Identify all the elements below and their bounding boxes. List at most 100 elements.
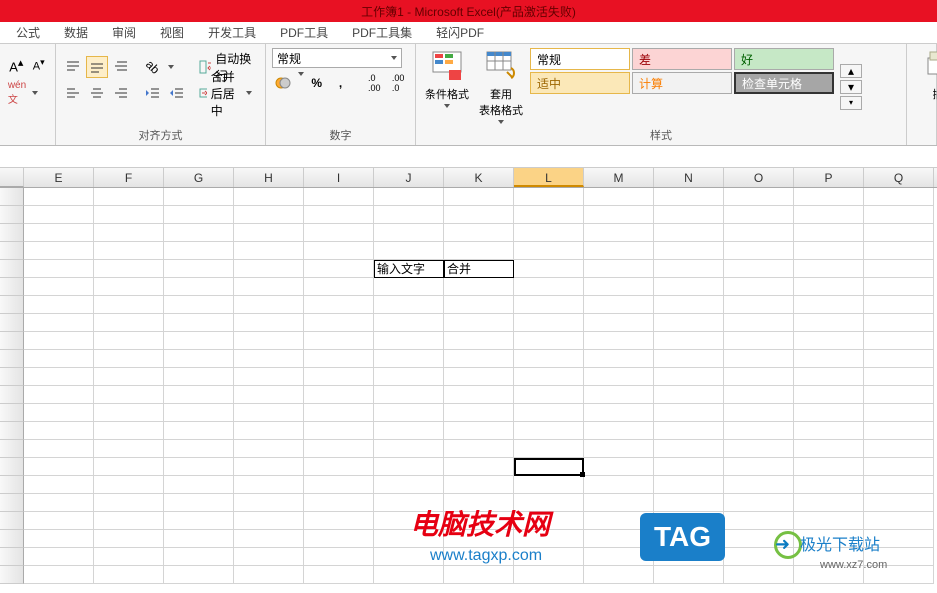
cell[interactable]	[234, 188, 304, 206]
align-top-button[interactable]	[62, 56, 84, 78]
cell[interactable]	[514, 530, 584, 548]
cell[interactable]	[374, 242, 444, 260]
cell[interactable]	[654, 206, 724, 224]
row-header[interactable]	[0, 368, 24, 386]
cell[interactable]	[654, 422, 724, 440]
cell[interactable]	[654, 494, 724, 512]
cell[interactable]	[724, 530, 794, 548]
cell[interactable]	[584, 224, 654, 242]
style-good[interactable]: 好	[734, 48, 834, 70]
cell[interactable]	[654, 296, 724, 314]
cell[interactable]	[164, 566, 234, 584]
cell[interactable]	[654, 530, 724, 548]
cell[interactable]	[584, 206, 654, 224]
cell[interactable]	[234, 206, 304, 224]
cell[interactable]	[374, 422, 444, 440]
col-header-O[interactable]: O	[724, 168, 794, 187]
cell[interactable]	[374, 548, 444, 566]
cell[interactable]	[304, 368, 374, 386]
cell[interactable]	[94, 476, 164, 494]
cell[interactable]	[794, 188, 864, 206]
row-header[interactable]	[0, 530, 24, 548]
cell[interactable]	[794, 350, 864, 368]
orientation-button[interactable]: ab	[142, 56, 164, 78]
cell[interactable]	[444, 458, 514, 476]
cell[interactable]	[164, 332, 234, 350]
cell[interactable]	[514, 386, 584, 404]
cell[interactable]	[164, 422, 234, 440]
cell[interactable]	[514, 206, 584, 224]
cell[interactable]	[794, 476, 864, 494]
cell[interactable]	[94, 188, 164, 206]
col-header-J[interactable]: J	[374, 168, 444, 187]
table-format-button[interactable]: 套用 表格格式	[476, 48, 526, 125]
align-center-button[interactable]	[86, 82, 108, 104]
col-header-L[interactable]: L	[514, 168, 584, 187]
cell[interactable]	[24, 458, 94, 476]
cell[interactable]	[724, 404, 794, 422]
cell[interactable]	[94, 206, 164, 224]
col-header-G[interactable]: G	[164, 168, 234, 187]
cell[interactable]	[444, 440, 514, 458]
align-right-button[interactable]	[110, 82, 132, 104]
cell[interactable]	[164, 368, 234, 386]
cell[interactable]	[94, 458, 164, 476]
row-header[interactable]	[0, 242, 24, 260]
cell[interactable]	[304, 422, 374, 440]
cell[interactable]	[234, 314, 304, 332]
cell[interactable]	[24, 224, 94, 242]
cell[interactable]	[24, 188, 94, 206]
cell[interactable]	[164, 224, 234, 242]
cell[interactable]	[864, 548, 934, 566]
cell[interactable]	[304, 332, 374, 350]
cell[interactable]	[304, 494, 374, 512]
cell[interactable]	[164, 512, 234, 530]
cell[interactable]	[654, 476, 724, 494]
cell[interactable]	[864, 332, 934, 350]
cell[interactable]	[304, 224, 374, 242]
row-header[interactable]	[0, 386, 24, 404]
cell[interactable]	[164, 296, 234, 314]
col-header-I[interactable]: I	[304, 168, 374, 187]
cell[interactable]	[94, 278, 164, 296]
cell[interactable]	[514, 260, 584, 278]
cell[interactable]	[724, 422, 794, 440]
row-header[interactable]	[0, 188, 24, 206]
cell[interactable]	[24, 548, 94, 566]
cell[interactable]	[94, 242, 164, 260]
cell[interactable]	[94, 548, 164, 566]
style-calc[interactable]: 计算	[632, 72, 732, 94]
cell[interactable]	[24, 314, 94, 332]
cell[interactable]	[584, 476, 654, 494]
row-header[interactable]	[0, 566, 24, 584]
cell[interactable]	[164, 404, 234, 422]
cell[interactable]	[304, 296, 374, 314]
cell[interactable]	[444, 512, 514, 530]
cell[interactable]	[24, 242, 94, 260]
cell[interactable]	[374, 566, 444, 584]
cell[interactable]	[444, 368, 514, 386]
cell[interactable]	[514, 476, 584, 494]
decrease-indent-button[interactable]	[142, 82, 164, 104]
cell[interactable]	[374, 404, 444, 422]
cell[interactable]	[444, 386, 514, 404]
cell[interactable]	[514, 314, 584, 332]
cell[interactable]	[164, 350, 234, 368]
row-header[interactable]	[0, 494, 24, 512]
tab-pdf1[interactable]: PDF工具	[270, 21, 338, 44]
cell[interactable]	[654, 260, 724, 278]
cell[interactable]	[304, 404, 374, 422]
cell[interactable]	[864, 224, 934, 242]
cell[interactable]	[374, 476, 444, 494]
cell[interactable]	[444, 476, 514, 494]
cell[interactable]	[864, 422, 934, 440]
cell[interactable]	[164, 548, 234, 566]
cell[interactable]	[514, 224, 584, 242]
row-header[interactable]	[0, 314, 24, 332]
cell[interactable]	[794, 404, 864, 422]
cell[interactable]	[794, 314, 864, 332]
cell[interactable]	[374, 386, 444, 404]
cell[interactable]	[514, 332, 584, 350]
cell[interactable]	[304, 314, 374, 332]
cell[interactable]	[654, 566, 724, 584]
